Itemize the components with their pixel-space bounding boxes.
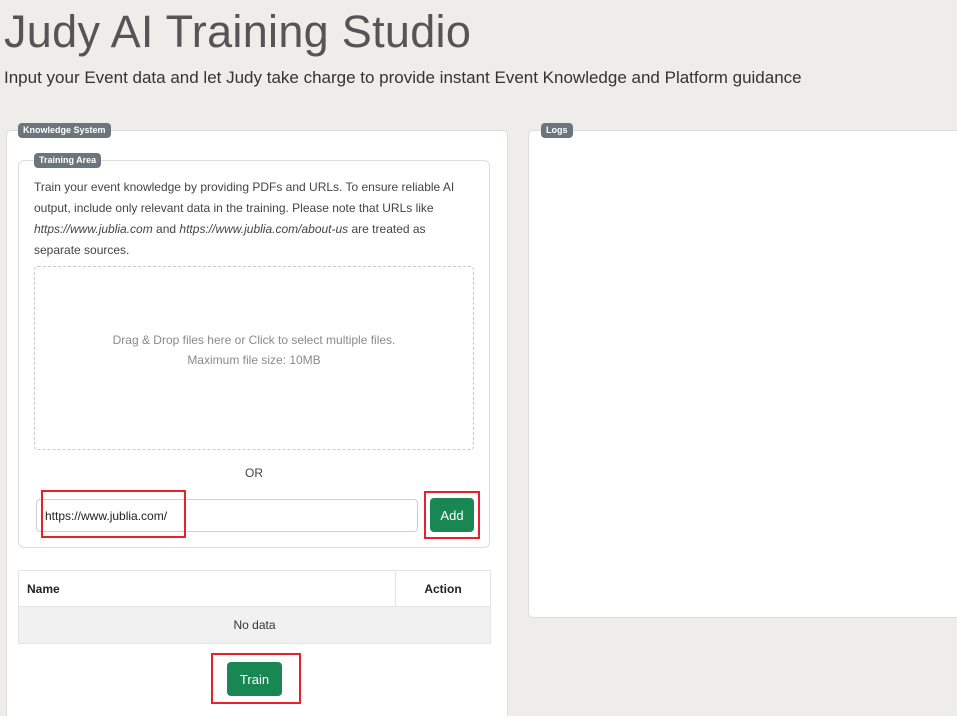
logs-panel <box>528 130 957 618</box>
empty-state-text: No data <box>18 606 491 644</box>
knowledge-system-tag: Knowledge System <box>18 123 111 138</box>
page-title: Judy AI Training Studio <box>4 6 472 57</box>
train-button[interactable]: Train <box>227 662 282 696</box>
dropzone-max-size: Maximum file size: 10MB <box>187 353 321 367</box>
table-header-row: Name Action <box>18 570 491 607</box>
training-description-text: and <box>152 222 180 236</box>
training-description: Train your event knowledge by providing … <box>34 177 474 261</box>
url-input[interactable] <box>36 499 418 532</box>
table-row: No data <box>18 606 491 644</box>
training-description-text: Train your event knowledge by providing … <box>34 180 455 215</box>
training-area-tag: Training Area <box>34 153 102 168</box>
add-button[interactable]: Add <box>430 498 474 532</box>
column-header-action: Action <box>395 570 491 607</box>
example-url-1: https://www.jublia.com <box>34 222 153 236</box>
file-dropzone[interactable]: Drag & Drop files here or Click to selec… <box>34 266 474 450</box>
dropzone-instructions: Drag & Drop files here or Click to selec… <box>112 333 396 347</box>
or-separator: OR <box>245 466 263 480</box>
sources-table: Name Action No data <box>18 570 491 644</box>
column-header-name: Name <box>18 570 396 607</box>
example-url-2: https://www.jublia.com/about-us <box>179 222 349 236</box>
page-subtitle: Input your Event data and let Judy take … <box>4 68 802 87</box>
logs-tag: Logs <box>541 123 573 138</box>
